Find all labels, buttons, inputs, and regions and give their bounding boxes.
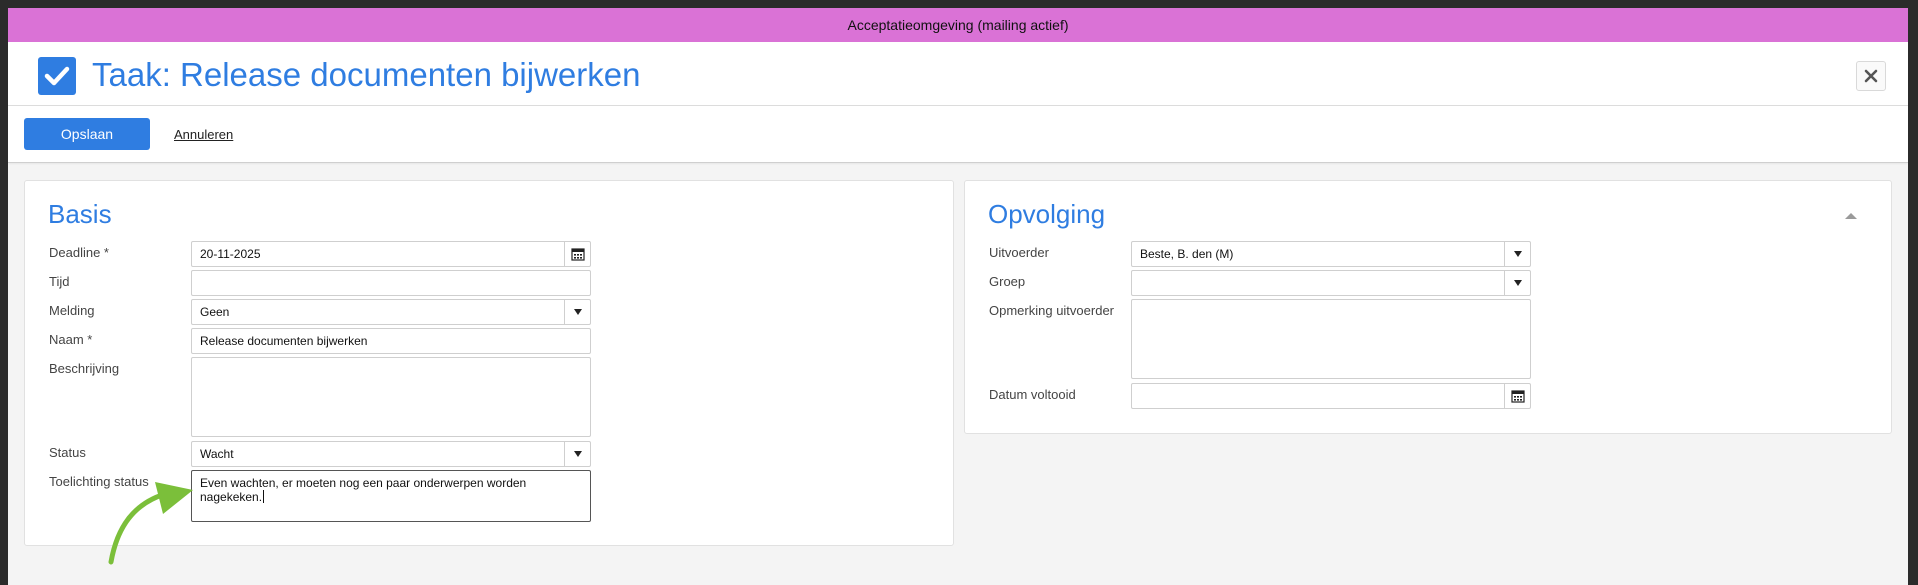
toolbar: Opslaan Annuleren (8, 106, 1908, 163)
status-select[interactable]: Wacht (191, 441, 591, 467)
close-button[interactable] (1856, 61, 1886, 91)
checkbox-checked-icon (38, 57, 76, 95)
chevron-down-icon[interactable] (1504, 271, 1530, 295)
page-title: Taak: Release documenten bijwerken (92, 56, 641, 93)
collapse-up-icon[interactable] (1845, 213, 1857, 219)
uitvoerder-value: Beste, B. den (M) (1140, 247, 1234, 261)
title-bar: Taak: Release documenten bijwerken (8, 42, 1908, 106)
beschrijving-textarea[interactable] (191, 357, 591, 437)
toelichting-value: Even wachten, er moeten nog een paar ond… (200, 476, 527, 504)
basis-panel-title: Basis (48, 199, 112, 229)
groep-label: Groep (989, 274, 1026, 289)
chevron-down-icon[interactable] (564, 300, 590, 324)
chevron-down-icon[interactable] (1504, 242, 1530, 266)
annotation-arrow-icon (108, 482, 193, 565)
deadline-label: Deadline * (49, 245, 109, 260)
naam-value: Release documenten bijwerken (200, 334, 368, 348)
beschrijving-label: Beschrijving (49, 361, 120, 376)
calendar-icon[interactable] (564, 242, 590, 266)
naam-label: Naam * (49, 332, 93, 347)
uitvoerder-label: Uitvoerder (989, 245, 1049, 260)
environment-banner: Acceptatieomgeving (mailing actief) (8, 8, 1908, 42)
opmerking-textarea[interactable] (1131, 299, 1531, 379)
save-button[interactable]: Opslaan (24, 118, 150, 150)
melding-value: Geen (200, 305, 230, 319)
naam-field[interactable]: Release documenten bijwerken (191, 328, 591, 354)
status-value: Wacht (200, 447, 234, 461)
groep-select[interactable] (1131, 270, 1531, 296)
close-icon (1864, 69, 1878, 83)
melding-label: Melding (49, 303, 95, 318)
melding-select[interactable]: Geen (191, 299, 591, 325)
cancel-link[interactable]: Annuleren (174, 127, 233, 142)
tijd-label: Tijd (49, 274, 70, 289)
opvolging-panel: Opvolging Uitvoerder Beste, B. den (M) G… (964, 180, 1892, 434)
toelichting-textarea[interactable]: Even wachten, er moeten nog een paar ond… (191, 470, 591, 522)
datum-voltooid-field[interactable] (1131, 383, 1531, 409)
calendar-icon[interactable] (1504, 384, 1530, 408)
opmerking-label: Opmerking uitvoerder (989, 303, 1114, 318)
chevron-down-icon[interactable] (564, 442, 590, 466)
status-label: Status (49, 445, 86, 460)
text-cursor (263, 490, 265, 503)
datum-voltooid-label: Datum voltooid (989, 387, 1076, 402)
opvolging-panel-title: Opvolging (988, 199, 1106, 229)
tijd-field[interactable] (191, 270, 591, 296)
uitvoerder-select[interactable]: Beste, B. den (M) (1131, 241, 1531, 267)
deadline-value: 20-11-2025 (200, 247, 261, 261)
deadline-field[interactable]: 20-11-2025 (191, 241, 591, 267)
task-dialog-window: Acceptatieomgeving (mailing actief) Taak… (8, 8, 1908, 585)
